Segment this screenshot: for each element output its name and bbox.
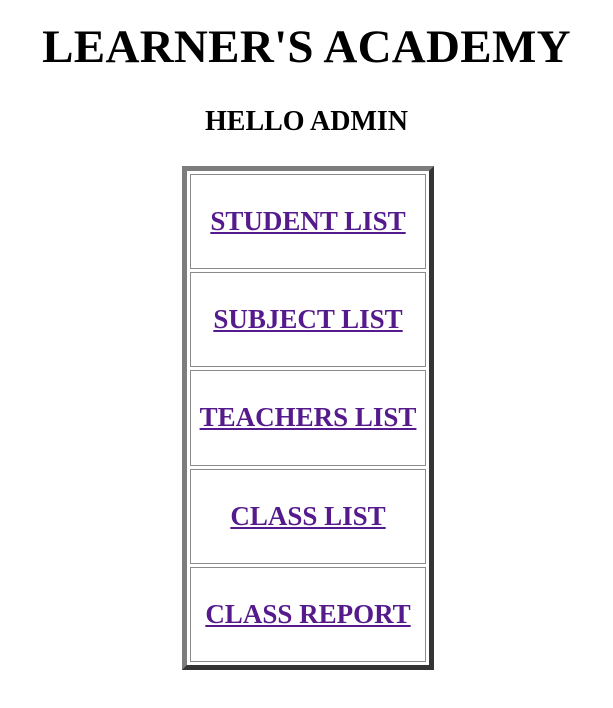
admin-menu-table: STUDENT LIST SUBJECT LIST TEACHERS LIST … <box>182 166 434 670</box>
teachers-list-link[interactable]: TEACHERS LIST <box>200 402 417 432</box>
class-report-link[interactable]: CLASS REPORT <box>205 599 410 629</box>
menu-cell-class-report: CLASS REPORT <box>190 566 426 662</box>
menu-row: TEACHERS LIST <box>190 370 426 466</box>
menu-cell-class-list: CLASS LIST <box>190 468 426 564</box>
menu-row: CLASS REPORT <box>190 566 426 662</box>
menu-row: SUBJECT LIST <box>190 272 426 368</box>
student-list-link[interactable]: STUDENT LIST <box>210 206 405 236</box>
page-title: LEARNER'S ACADEMY <box>42 21 571 73</box>
menu-row: STUDENT LIST <box>190 174 426 270</box>
menu-row: CLASS LIST <box>190 468 426 564</box>
subject-list-link[interactable]: SUBJECT LIST <box>213 304 402 334</box>
menu-cell-subject-list: SUBJECT LIST <box>190 272 426 368</box>
menu-cell-student-list: STUDENT LIST <box>190 174 426 270</box>
admin-greeting: HELLO ADMIN <box>204 106 409 137</box>
menu-cell-teachers-list: TEACHERS LIST <box>190 370 426 466</box>
class-list-link[interactable]: CLASS LIST <box>230 501 385 531</box>
